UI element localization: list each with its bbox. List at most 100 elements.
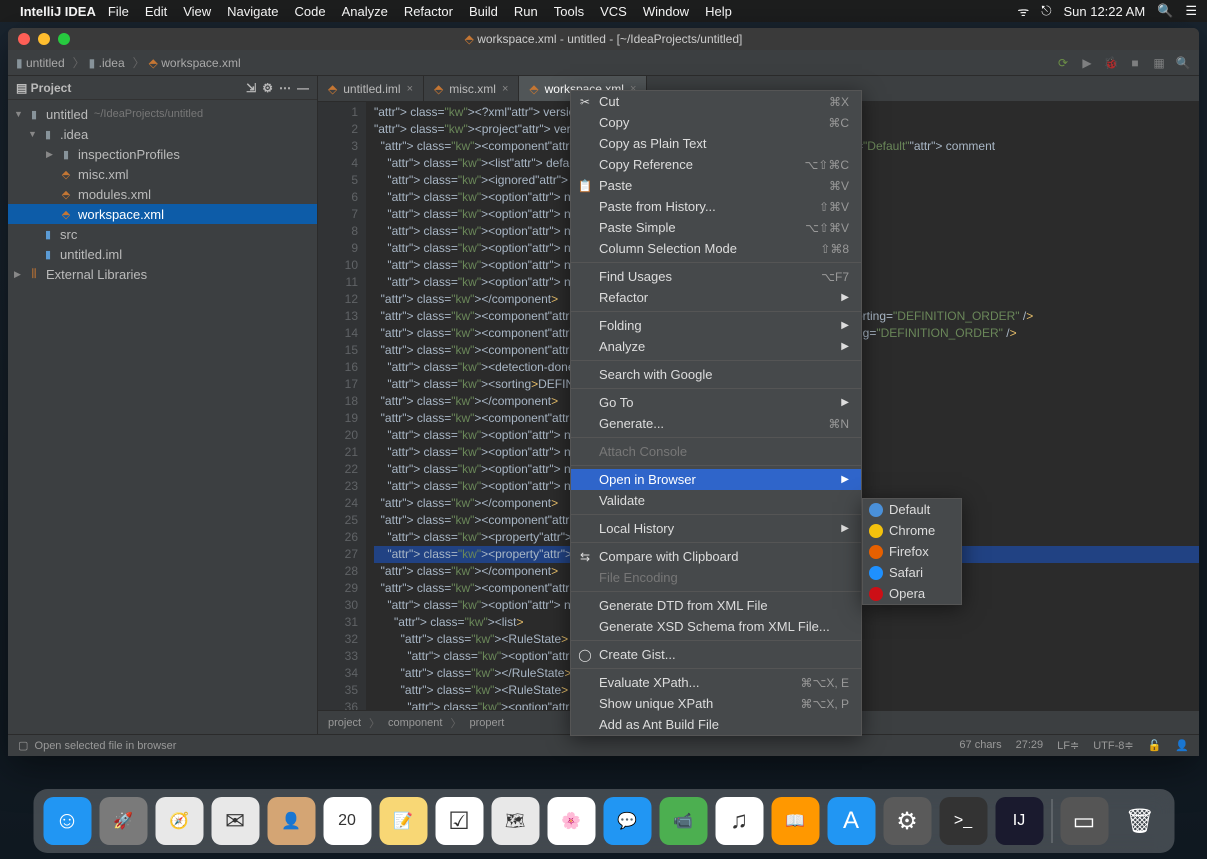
tree-file-iml[interactable]: ▮untitled.iml bbox=[8, 244, 317, 264]
clock[interactable]: Sun 12:22 AM bbox=[1063, 4, 1145, 19]
context-menu-item[interactable]: Paste from History...⇧⌘V bbox=[571, 196, 861, 217]
menu-icon[interactable]: ☰ bbox=[1185, 3, 1197, 19]
context-menu-item[interactable]: Find Usages⌥F7 bbox=[571, 266, 861, 287]
editor-tab[interactable]: ⬘misc.xml× bbox=[424, 76, 519, 101]
dock-app-facetime[interactable]: 📹 bbox=[659, 797, 707, 845]
context-menu-item[interactable]: Local History▶ bbox=[571, 518, 861, 539]
menubar-item[interactable]: Code bbox=[294, 4, 325, 19]
context-menu-item[interactable]: Copy Reference⌥⇧⌘C bbox=[571, 154, 861, 175]
menubar-item[interactable]: View bbox=[183, 4, 211, 19]
dock-app-notes[interactable]: 📝 bbox=[379, 797, 427, 845]
dock-app-maps[interactable]: 🗺 bbox=[491, 797, 539, 845]
context-menu-item[interactable]: ⇆Compare with Clipboard bbox=[571, 546, 861, 567]
context-menu-item[interactable]: Show unique XPath⌘⌥X, P bbox=[571, 693, 861, 714]
browser-menu-item[interactable]: Safari bbox=[863, 562, 961, 583]
close-tab-icon[interactable]: × bbox=[407, 83, 413, 95]
context-menu-item[interactable]: Refactor▶ bbox=[571, 287, 861, 308]
maximize-window-button[interactable] bbox=[58, 33, 70, 45]
breadcrumb[interactable]: ▮ .idea bbox=[89, 56, 125, 70]
run-icon[interactable]: ▶ bbox=[1079, 55, 1095, 71]
dock-app-ibooks[interactable]: 📖 bbox=[771, 797, 819, 845]
menubar-item[interactable]: Build bbox=[469, 4, 498, 19]
hide-icon[interactable]: ⋯ bbox=[279, 81, 291, 95]
breadcrumb[interactable]: ▮ untitled bbox=[16, 56, 65, 70]
dock-app-messages[interactable]: 💬 bbox=[603, 797, 651, 845]
breadcrumb[interactable]: ⬘ workspace.xml bbox=[149, 56, 241, 70]
dock-app-appstore[interactable]: A bbox=[827, 797, 875, 845]
browser-menu-item[interactable]: Firefox bbox=[863, 541, 961, 562]
browser-menu-item[interactable]: Default bbox=[863, 499, 961, 520]
dock-app-preferences[interactable]: ⚙ bbox=[883, 797, 931, 845]
context-menu-item[interactable]: Analyze▶ bbox=[571, 336, 861, 357]
dock-app-intellij[interactable]: IJ bbox=[995, 797, 1043, 845]
tree-folder-src[interactable]: ▮src bbox=[8, 224, 317, 244]
context-menu-item[interactable]: Generate XSD Schema from XML File... bbox=[571, 616, 861, 637]
close-window-button[interactable] bbox=[18, 33, 30, 45]
dock-app-reminders[interactable]: ☑ bbox=[435, 797, 483, 845]
status-lock-icon[interactable]: 🔓 bbox=[1148, 739, 1162, 752]
dock-app-itunes[interactable]: ♫ bbox=[715, 797, 763, 845]
menubar-item[interactable]: VCS bbox=[600, 4, 627, 19]
menubar-item[interactable]: Refactor bbox=[404, 4, 453, 19]
dock-app-finder[interactable]: ☺ bbox=[43, 797, 91, 845]
menubar-item[interactable]: File bbox=[108, 4, 129, 19]
stop-icon[interactable]: ■ bbox=[1127, 55, 1143, 71]
menubar-item[interactable]: Tools bbox=[554, 4, 584, 19]
wifi-icon[interactable]: ᯤ bbox=[1017, 2, 1029, 20]
context-menu-item[interactable]: ✂Cut⌘X bbox=[571, 91, 861, 112]
browser-menu-item[interactable]: Chrome bbox=[863, 520, 961, 541]
status-position[interactable]: 27:29 bbox=[1016, 739, 1044, 752]
sidebar-header[interactable]: ▤ Project ⇲ ⚙ ⋯ — bbox=[8, 76, 317, 100]
layout-icon[interactable]: ▦ bbox=[1151, 55, 1167, 71]
tree-folder-idea[interactable]: ▼▮.idea bbox=[8, 124, 317, 144]
context-menu-item[interactable]: Add as Ant Build File bbox=[571, 714, 861, 735]
status-line-sep[interactable]: LF≑ bbox=[1057, 739, 1079, 752]
context-menu-item[interactable]: Validate bbox=[571, 490, 861, 511]
tree-file-misc[interactable]: ⬘misc.xml bbox=[8, 164, 317, 184]
context-menu-item[interactable]: Folding▶ bbox=[571, 315, 861, 336]
tree-folder-inspection[interactable]: ▶▮inspectionProfiles bbox=[8, 144, 317, 164]
tree-file-workspace[interactable]: ⬘workspace.xml bbox=[8, 204, 317, 224]
dock-app-safari[interactable]: 🧭 bbox=[155, 797, 203, 845]
context-menu-item[interactable]: Column Selection Mode⇧⌘8 bbox=[571, 238, 861, 259]
dock-app-calendar[interactable]: 20 bbox=[323, 797, 371, 845]
context-menu-item[interactable]: Search with Google bbox=[571, 364, 861, 385]
menubar-item[interactable]: Window bbox=[643, 4, 689, 19]
status-inspect-icon[interactable]: 👤 bbox=[1175, 739, 1189, 752]
build-icon[interactable]: ⟳ bbox=[1055, 55, 1071, 71]
context-menu-item[interactable]: Go To▶ bbox=[571, 392, 861, 413]
app-name[interactable]: IntelliJ IDEA bbox=[20, 4, 96, 19]
dock-app-photos[interactable]: 🌸 bbox=[547, 797, 595, 845]
search-icon[interactable]: 🔍 bbox=[1175, 55, 1191, 71]
settings-icon[interactable]: ⚙ bbox=[262, 81, 273, 95]
context-menu-item[interactable]: ◯Create Gist... bbox=[571, 644, 861, 665]
minimize-icon[interactable]: — bbox=[297, 81, 309, 95]
dock-app-terminal[interactable]: >_ bbox=[939, 797, 987, 845]
dock-app-launchpad[interactable]: 🚀 bbox=[99, 797, 147, 845]
minimize-window-button[interactable] bbox=[38, 33, 50, 45]
status-encoding[interactable]: UTF-8≑ bbox=[1093, 739, 1133, 752]
spotlight-icon[interactable]: 🔍 bbox=[1157, 3, 1173, 19]
debug-icon[interactable]: 🐞 bbox=[1103, 55, 1119, 71]
context-menu-item[interactable]: Paste Simple⌥⇧⌘V bbox=[571, 217, 861, 238]
context-menu-item[interactable]: Copy as Plain Text bbox=[571, 133, 861, 154]
dock-recent[interactable]: ▭ bbox=[1060, 797, 1108, 845]
menubar-item[interactable]: Analyze bbox=[342, 4, 388, 19]
menubar-item[interactable]: Edit bbox=[145, 4, 167, 19]
tree-file-modules[interactable]: ⬘modules.xml bbox=[8, 184, 317, 204]
tree-root[interactable]: ▼▮untitled~/IdeaProjects/untitled bbox=[8, 104, 317, 124]
context-menu-item[interactable]: Evaluate XPath...⌘⌥X, E bbox=[571, 672, 861, 693]
close-tab-icon[interactable]: × bbox=[502, 83, 508, 95]
context-menu-item[interactable]: 📋Paste⌘V bbox=[571, 175, 861, 196]
menubar-item[interactable]: Navigate bbox=[227, 4, 278, 19]
dock-app-mail[interactable]: ✉ bbox=[211, 797, 259, 845]
status-icon[interactable]: ⎋ bbox=[1041, 3, 1051, 19]
menubar-item[interactable]: Run bbox=[514, 4, 538, 19]
context-menu-item[interactable]: Generate...⌘N bbox=[571, 413, 861, 434]
browser-menu-item[interactable]: Opera bbox=[863, 583, 961, 604]
dock-app-contacts[interactable]: 👤 bbox=[267, 797, 315, 845]
context-menu-item[interactable]: Open in Browser▶ bbox=[571, 469, 861, 490]
tree-external-libs[interactable]: ▶⫼External Libraries bbox=[8, 264, 317, 284]
context-menu-item[interactable]: Copy⌘C bbox=[571, 112, 861, 133]
dock-trash[interactable]: 🗑 bbox=[1116, 797, 1164, 845]
